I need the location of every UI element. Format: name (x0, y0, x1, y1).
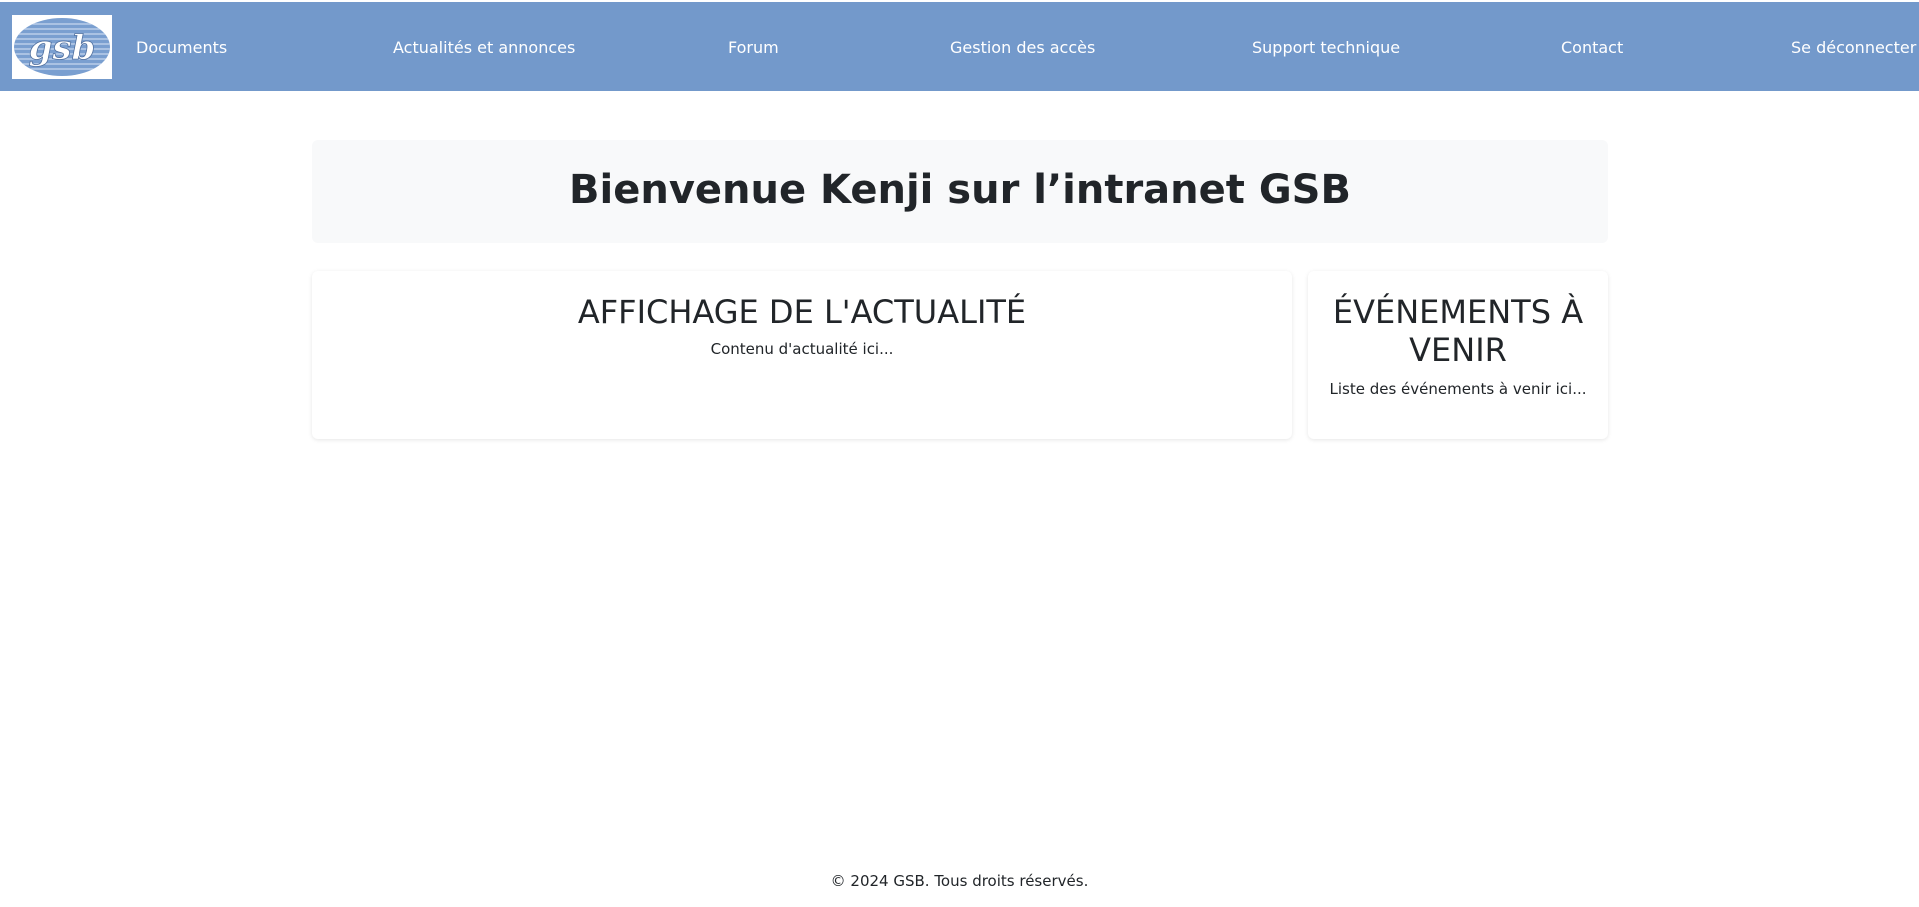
gsb-logo-icon: gsb (14, 18, 110, 76)
nav-forum[interactable]: Forum (728, 38, 779, 58)
nav-documents[interactable]: Documents (136, 38, 227, 58)
logo-text: gsb (29, 28, 96, 68)
gsb-logo[interactable]: gsb (12, 15, 112, 79)
events-content: Liste des événements à venir ici... (1329, 380, 1587, 398)
news-title: AFFICHAGE DE L'ACTUALITÉ (577, 293, 1027, 331)
news-content: Contenu d'actualité ici... (710, 340, 894, 358)
events-title: ÉVÉNEMENTS À VENIR (1332, 293, 1584, 369)
nav-support-technique[interactable]: Support technique (1252, 38, 1400, 58)
top-navbar: gsb Documents Actualités et annonces For… (0, 2, 1919, 91)
footer-copyright: © 2024 GSB. Tous droits réservés. (830, 872, 1089, 890)
nav-se-deconnecter[interactable]: Se déconnecter (1791, 38, 1916, 58)
nav-gestion-acces[interactable]: Gestion des accès (950, 38, 1095, 58)
nav-actualites-annonces[interactable]: Actualités et annonces (393, 38, 575, 58)
nav-contact[interactable]: Contact (1561, 38, 1623, 58)
page-title: Bienvenue Kenji sur l’intranet GSB (569, 167, 1351, 213)
welcome-banner: Bienvenue Kenji sur l’intranet GSB (312, 140, 1608, 243)
news-card: AFFICHAGE DE L'ACTUALITÉ Contenu d'actua… (312, 271, 1292, 439)
events-card: ÉVÉNEMENTS À VENIR Liste des événements … (1308, 271, 1608, 439)
